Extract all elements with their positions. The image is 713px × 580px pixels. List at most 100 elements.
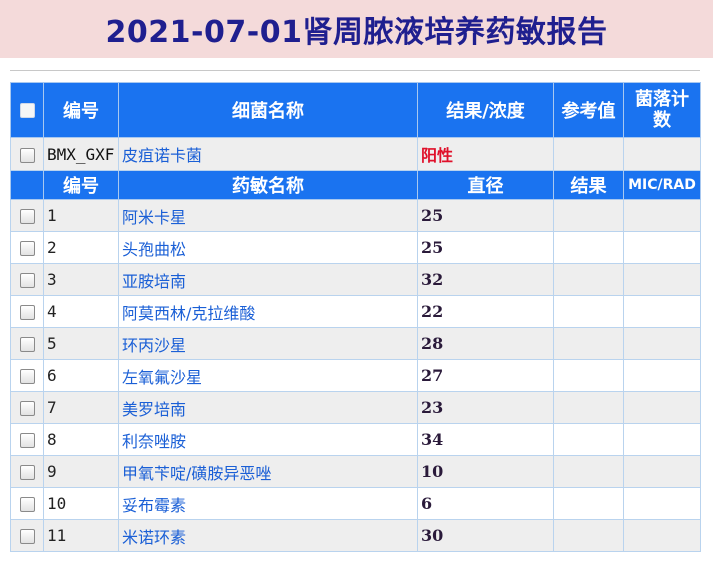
drug-name-link[interactable]: 美罗培南: [118, 391, 418, 424]
drug-result: [553, 231, 624, 264]
header-reference[interactable]: 参考值: [553, 82, 624, 138]
subheader-result[interactable]: 结果: [553, 170, 624, 200]
subheader-mic[interactable]: MIC/RAD: [623, 170, 701, 200]
drug-diameter: 6: [417, 487, 554, 520]
drug-checkbox[interactable]: [10, 423, 44, 456]
drug-no: 11: [43, 519, 119, 552]
drug-result: [553, 327, 624, 360]
table-header-row: 编号 细菌名称 结果/浓度 参考值 菌落计数: [10, 82, 701, 138]
checkbox-icon: [19, 401, 35, 416]
drug-result: [553, 199, 624, 232]
drug-mic: [623, 423, 701, 456]
checkbox-icon: [19, 337, 35, 352]
drug-mic: [623, 359, 701, 392]
subheader-drug-name[interactable]: 药敏名称: [118, 170, 418, 200]
drug-no: 5: [43, 327, 119, 360]
drug-mic: [623, 391, 701, 424]
drug-name-link[interactable]: 亚胺培南: [118, 263, 418, 296]
drug-checkbox[interactable]: [10, 359, 44, 392]
drug-checkbox[interactable]: [10, 231, 44, 264]
drug-checkbox[interactable]: [10, 519, 44, 552]
drug-header-row: 编号 药敏名称 直径 结果 MIC/RAD: [10, 170, 701, 200]
drug-mic: [623, 455, 701, 488]
drug-row: 9 甲氧苄啶/磺胺异恶唑 10: [10, 455, 701, 488]
drug-checkbox[interactable]: [10, 327, 44, 360]
header-bacteria-name[interactable]: 细菌名称: [118, 82, 418, 138]
drug-diameter: 23: [417, 391, 554, 424]
subheader-diameter[interactable]: 直径: [417, 170, 554, 200]
drug-name-link[interactable]: 妥布霉素: [118, 487, 418, 520]
drug-name-link[interactable]: 阿莫西林/克拉维酸: [118, 295, 418, 328]
drug-result: [553, 423, 624, 456]
checkbox-icon: [19, 241, 35, 256]
drug-name-link[interactable]: 环丙沙星: [118, 327, 418, 360]
drug-name-link[interactable]: 左氧氟沙星: [118, 359, 418, 392]
drug-diameter: 25: [417, 231, 554, 264]
bacteria-result: 阳性: [417, 137, 554, 171]
subheader-no[interactable]: 编号: [43, 170, 119, 200]
drug-diameter: 28: [417, 327, 554, 360]
bacteria-row: BMX_GXF 皮疽诺卡菌 阳性: [10, 137, 701, 171]
drug-no: 6: [43, 359, 119, 392]
drug-row: 5 环丙沙星 28: [10, 327, 701, 360]
bacteria-checkbox[interactable]: [10, 137, 44, 171]
report-title-bar: 2021-07-01肾周脓液培养药敏报告: [0, 0, 713, 58]
drug-name-link[interactable]: 头孢曲松: [118, 231, 418, 264]
drug-no: 7: [43, 391, 119, 424]
drug-no: 8: [43, 423, 119, 456]
checkbox-icon: [19, 273, 35, 288]
drug-row: 1 阿米卡星 25: [10, 199, 701, 232]
report-title: 2021-07-01肾周脓液培养药敏报告: [105, 15, 608, 50]
drug-checkbox[interactable]: [10, 487, 44, 520]
drug-mic: [623, 327, 701, 360]
drug-result: [553, 487, 624, 520]
select-all-checkbox[interactable]: [10, 82, 44, 138]
drug-result: [553, 359, 624, 392]
drug-mic: [623, 295, 701, 328]
drug-result: [553, 391, 624, 424]
drug-row: 3 亚胺培南 32: [10, 263, 701, 296]
drug-header-blank: [10, 170, 44, 200]
drug-name-link[interactable]: 利奈唑胺: [118, 423, 418, 456]
checkbox-icon: [19, 369, 35, 384]
drug-no: 1: [43, 199, 119, 232]
drug-no: 10: [43, 487, 119, 520]
divider: [10, 70, 700, 71]
checkbox-icon: [19, 433, 35, 448]
drug-diameter: 30: [417, 519, 554, 552]
drug-result: [553, 455, 624, 488]
header-colony-count[interactable]: 菌落计数: [623, 82, 701, 138]
drug-diameter: 34: [417, 423, 554, 456]
report-panel: 编号 细菌名称 结果/浓度 参考值 菌落计数 BMX_GXF 皮疽诺卡菌 阳性 …: [0, 58, 713, 580]
header-no[interactable]: 编号: [43, 82, 119, 138]
drug-mic: [623, 231, 701, 264]
drug-name-link[interactable]: 甲氧苄啶/磺胺异恶唑: [118, 455, 418, 488]
drug-row: 4 阿莫西林/克拉维酸 22: [10, 295, 701, 328]
drug-name-link[interactable]: 米诺环素: [118, 519, 418, 552]
drug-checkbox[interactable]: [10, 455, 44, 488]
drug-checkbox[interactable]: [10, 295, 44, 328]
susceptibility-table: 编号 细菌名称 结果/浓度 参考值 菌落计数 BMX_GXF 皮疽诺卡菌 阳性 …: [10, 82, 701, 552]
drug-checkbox[interactable]: [10, 263, 44, 296]
drug-row: 6 左氧氟沙星 27: [10, 359, 701, 392]
drug-checkbox[interactable]: [10, 391, 44, 424]
checkbox-icon: [19, 497, 35, 512]
drug-result: [553, 295, 624, 328]
drug-result: [553, 263, 624, 296]
drug-row: 10 妥布霉素 6: [10, 487, 701, 520]
drug-row: 7 美罗培南 23: [10, 391, 701, 424]
drug-no: 2: [43, 231, 119, 264]
drug-result: [553, 519, 624, 552]
bacteria-code: BMX_GXF: [43, 137, 119, 171]
checkbox-icon: [19, 465, 35, 480]
drug-diameter: 25: [417, 199, 554, 232]
bacteria-name-link[interactable]: 皮疽诺卡菌: [118, 137, 418, 171]
drug-checkbox[interactable]: [10, 199, 44, 232]
drug-diameter: 27: [417, 359, 554, 392]
drug-no: 3: [43, 263, 119, 296]
drug-no: 4: [43, 295, 119, 328]
checkbox-icon: [19, 147, 35, 163]
drug-mic: [623, 519, 701, 552]
header-result-conc[interactable]: 结果/浓度: [417, 82, 554, 138]
drug-name-link[interactable]: 阿米卡星: [118, 199, 418, 232]
